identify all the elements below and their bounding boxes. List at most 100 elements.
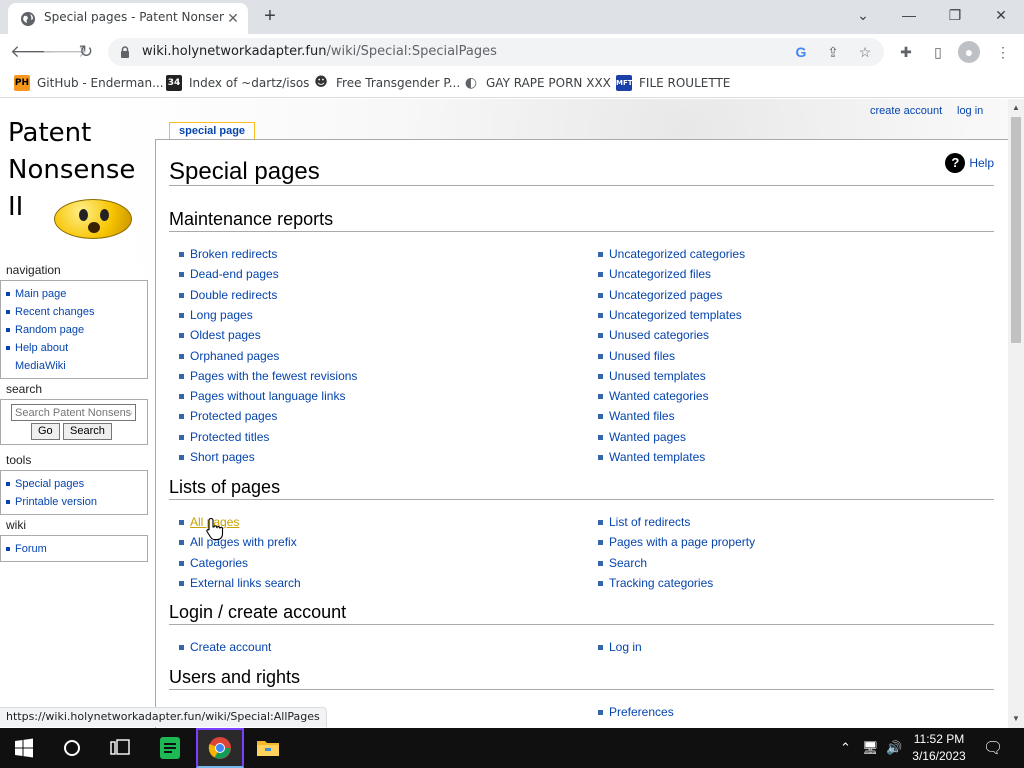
go-button[interactable]: Go <box>31 423 60 440</box>
new-tab-button[interactable]: + <box>258 5 282 29</box>
special-page-link[interactable]: Double redirects <box>178 288 277 302</box>
section-heading-lists: Lists of pages <box>169 476 994 500</box>
sidebar-item-special-pages[interactable]: Special pages <box>6 475 143 493</box>
mft-logo-icon: MFT <box>616 75 633 91</box>
bookmark-star-icon[interactable]: ☆ <box>856 43 874 61</box>
special-page-link[interactable]: Search <box>597 556 647 570</box>
special-page-link[interactable]: Oldest pages <box>179 328 261 342</box>
task-view-icon[interactable] <box>96 728 144 768</box>
share-icon[interactable]: ⇪ <box>824 43 842 61</box>
scroll-up-arrow-icon[interactable]: ▲ <box>1008 101 1024 115</box>
search-input[interactable] <box>11 404 136 421</box>
scroll-down-arrow-icon[interactable]: ▼ <box>1008 712 1024 726</box>
special-page-link[interactable]: Create account <box>178 640 271 654</box>
tab-special-page[interactable]: special page <box>169 122 256 140</box>
special-page-link[interactable]: Wanted categories <box>598 389 709 403</box>
special-page-link[interactable]: Unused categories <box>597 328 709 342</box>
wiki-logo[interactable]: Patent Nonsense II <box>8 115 148 239</box>
scroll-thumb[interactable] <box>1011 117 1021 343</box>
special-page-link[interactable]: List of redirects <box>597 515 690 529</box>
special-page-link[interactable]: Wanted pages <box>598 430 686 444</box>
special-page-link[interactable]: Uncategorized pages <box>597 288 722 302</box>
search-heading: search <box>6 382 43 396</box>
sidebar-item-recent-changes[interactable]: Recent changes <box>6 303 143 321</box>
page-title: Special pages <box>169 158 994 186</box>
url-host: wiki.holynetworkadapter.fun <box>142 44 327 59</box>
special-page-link[interactable]: Categories <box>178 556 248 570</box>
taskbar-clock[interactable]: 11:52 PM 3/16/2023 <box>906 731 972 765</box>
tab-close-icon[interactable]: ✕ <box>224 9 242 27</box>
restore-icon[interactable]: ❐ <box>940 4 970 26</box>
special-page-link[interactable]: Preferences <box>598 705 674 719</box>
tools-heading: tools <box>6 453 32 467</box>
special-page-link[interactable]: Unused templates <box>598 369 706 383</box>
sidebar-item-help-about[interactable]: Help about <box>6 339 143 357</box>
minimize-icon[interactable]: — <box>894 4 924 26</box>
special-page-link[interactable]: Pages without language links <box>178 389 345 403</box>
special-page-link[interactable]: Long pages <box>179 308 253 322</box>
reload-icon[interactable]: ↻ <box>74 40 98 64</box>
sidebar-item-mediawiki[interactable]: MediaWiki <box>15 357 143 375</box>
special-page-link[interactable]: Uncategorized categories <box>597 247 745 261</box>
bookmark-gay-rape-porn[interactable]: ◐ GAY RAPE PORN XXX <box>463 75 611 93</box>
browser-toolbar: 🡐 🡒 ↻ wiki.holynetworkadapter.fun/wiki/S… <box>0 34 1024 70</box>
google-lens-icon[interactable]: G <box>792 43 810 61</box>
special-page-link[interactable]: Log in <box>598 640 642 654</box>
special-page-link[interactable]: Dead-end pages <box>179 267 279 281</box>
sidebar-item-forum[interactable]: Forum <box>6 540 143 558</box>
special-page-link[interactable]: Pages with the fewest revisions <box>178 369 357 383</box>
browser-tab-active[interactable]: Special pages - Patent Nonsense ✕ <box>8 3 248 34</box>
windows-taskbar: ⌃ 🖥 🔊 11:52 PM 3/16/2023 🗨 <box>0 728 1024 768</box>
sidebar-navigation: navigation Main page Recent changes Rand… <box>0 263 148 379</box>
bookmark-index-isos[interactable]: 34 Index of ~dartz/isos <box>166 75 309 93</box>
rule34-icon: 34 <box>166 75 182 91</box>
tray-chevron-up-icon[interactable]: ⌃ <box>840 740 851 756</box>
tab-search-chevron-down-icon[interactable]: ⌄ <box>848 4 878 26</box>
special-page-link[interactable]: Uncategorized templates <box>598 308 742 322</box>
special-page-link[interactable]: Wanted templates <box>597 450 705 464</box>
special-page-link[interactable]: Short pages <box>179 450 255 464</box>
side-panel-icon[interactable]: ▯ <box>927 41 949 63</box>
special-page-link[interactable]: Protected titles <box>178 430 269 444</box>
pornhub-logo-icon: PH <box>14 75 30 91</box>
special-page-link[interactable]: External links search <box>179 576 301 590</box>
file-explorer-icon[interactable] <box>244 728 292 768</box>
bookmark-file-roulette[interactable]: MFT FILE ROULETTE <box>616 75 730 93</box>
extensions-puzzle-icon[interactable]: ✚ <box>895 41 917 63</box>
special-page-link[interactable]: Unused files <box>597 349 675 363</box>
chrome-taskbar-icon[interactable] <box>196 728 244 768</box>
address-bar[interactable]: wiki.holynetworkadapter.fun/wiki/Special… <box>108 38 884 66</box>
special-page-link[interactable]: Orphaned pages <box>178 349 279 363</box>
log-in-link[interactable]: log in <box>957 105 983 117</box>
sidebar-item-main-page[interactable]: Main page <box>6 285 143 303</box>
sidebar-item-printable-version[interactable]: Printable version <box>6 493 143 511</box>
special-page-link[interactable]: Broken redirects <box>178 247 277 261</box>
bookmark-free-transgender[interactable]: ☻ Free Transgender P... <box>313 75 460 93</box>
forward-arrow-icon[interactable]: 🡒 <box>42 40 88 64</box>
page-scrollbar[interactable]: ▲ ▼ <box>1008 99 1024 728</box>
profile-avatar-icon[interactable]: ● <box>958 41 980 63</box>
notification-icon[interactable]: 🗨 <box>983 738 1003 758</box>
spotify-like-app-icon[interactable] <box>146 728 194 768</box>
special-page-link[interactable]: Uncategorized files <box>597 267 711 281</box>
close-window-icon[interactable]: ✕ <box>986 4 1016 26</box>
start-windows-icon[interactable] <box>0 728 48 768</box>
create-account-link[interactable]: create account <box>870 105 942 117</box>
special-page-link[interactable]: Wanted files <box>598 409 675 423</box>
menu-kebab-icon[interactable]: ⋮ <box>992 41 1014 63</box>
network-icon[interactable]: 🖥 <box>862 740 879 756</box>
search-button[interactable]: Search <box>63 423 112 440</box>
special-page-link[interactable]: Pages with a page property <box>597 535 755 549</box>
special-page-link[interactable]: Tracking categories <box>597 576 713 590</box>
bookmark-github[interactable]: PH GitHub - Enderman... <box>14 75 164 93</box>
url-text: wiki.holynetworkadapter.fun/wiki/Special… <box>142 44 497 59</box>
web-page: Patent Nonsense II create account log in… <box>0 99 1008 728</box>
sidebar-item-random-page[interactable]: Random page <box>6 321 143 339</box>
volume-icon[interactable]: 🔊 <box>886 740 902 756</box>
search-circle-icon[interactable] <box>48 728 96 768</box>
mask-icon: ☻ <box>314 75 328 90</box>
bookmarks-bar: PH GitHub - Enderman... 34 Index of ~dartz… <box>0 70 1024 98</box>
back-arrow-icon[interactable]: 🡐 <box>10 40 56 64</box>
logo-line-1: Patent <box>8 118 92 148</box>
special-page-link[interactable]: Protected pages <box>178 409 277 423</box>
